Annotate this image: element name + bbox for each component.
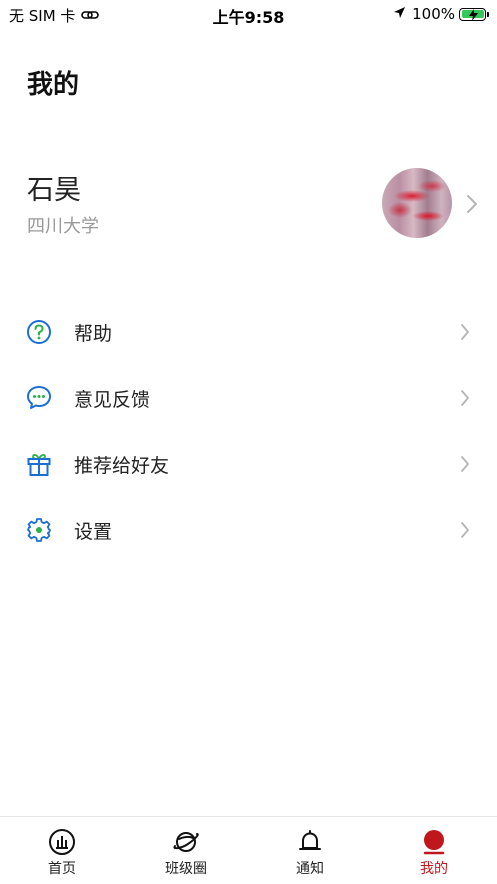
battery-icon bbox=[459, 7, 486, 21]
page-title: 我的 bbox=[27, 70, 80, 100]
tab-label: 我的 bbox=[420, 861, 448, 877]
chevron-right-icon bbox=[460, 521, 470, 543]
chevron-right-icon bbox=[466, 194, 478, 218]
help-icon bbox=[26, 319, 52, 345]
planet-icon bbox=[172, 828, 200, 860]
location-arrow-icon bbox=[393, 5, 406, 23]
menu-item-recommend[interactable]: 推荐给好友 bbox=[0, 436, 497, 492]
profile-card[interactable]: 石昊 四川大学 bbox=[0, 160, 497, 250]
tab-label: 班级圈 bbox=[165, 861, 207, 877]
menu-item-settings[interactable]: 设置 bbox=[0, 502, 497, 558]
menu-item-feedback[interactable]: 意见反馈 bbox=[0, 370, 497, 426]
chevron-right-icon bbox=[460, 389, 470, 411]
gift-icon bbox=[26, 451, 52, 477]
feedback-icon bbox=[26, 385, 52, 411]
tab-label: 通知 bbox=[296, 861, 324, 877]
tab-class-circle[interactable]: 班级圈 bbox=[124, 817, 248, 884]
profile-name: 石昊 bbox=[27, 175, 81, 206]
chevron-right-icon bbox=[460, 455, 470, 477]
battery-cap bbox=[487, 11, 489, 17]
menu-label: 帮助 bbox=[74, 323, 113, 345]
tab-bar: 首页 班级圈 通知 我的 bbox=[0, 816, 497, 884]
profile-dot-icon bbox=[420, 828, 448, 860]
bell-icon bbox=[296, 828, 324, 860]
menu-item-help[interactable]: 帮助 bbox=[0, 304, 497, 360]
menu-label: 意见反馈 bbox=[74, 389, 151, 411]
menu-label: 推荐给好友 bbox=[74, 455, 170, 477]
chevron-right-icon bbox=[460, 323, 470, 345]
settings-icon bbox=[26, 517, 52, 543]
profile-school: 四川大学 bbox=[27, 216, 99, 237]
home-icon bbox=[48, 828, 76, 860]
status-bar: 无 SIM 卡 上午9:58 100% bbox=[0, 0, 497, 28]
tab-notifications[interactable]: 通知 bbox=[248, 817, 372, 884]
tab-label: 首页 bbox=[48, 861, 76, 877]
menu-label: 设置 bbox=[74, 521, 113, 543]
tab-home[interactable]: 首页 bbox=[0, 817, 124, 884]
avatar[interactable] bbox=[382, 168, 452, 238]
tab-me[interactable]: 我的 bbox=[372, 817, 496, 884]
battery-percent: 100% bbox=[412, 5, 455, 23]
status-bar-right: 100% bbox=[393, 5, 489, 23]
